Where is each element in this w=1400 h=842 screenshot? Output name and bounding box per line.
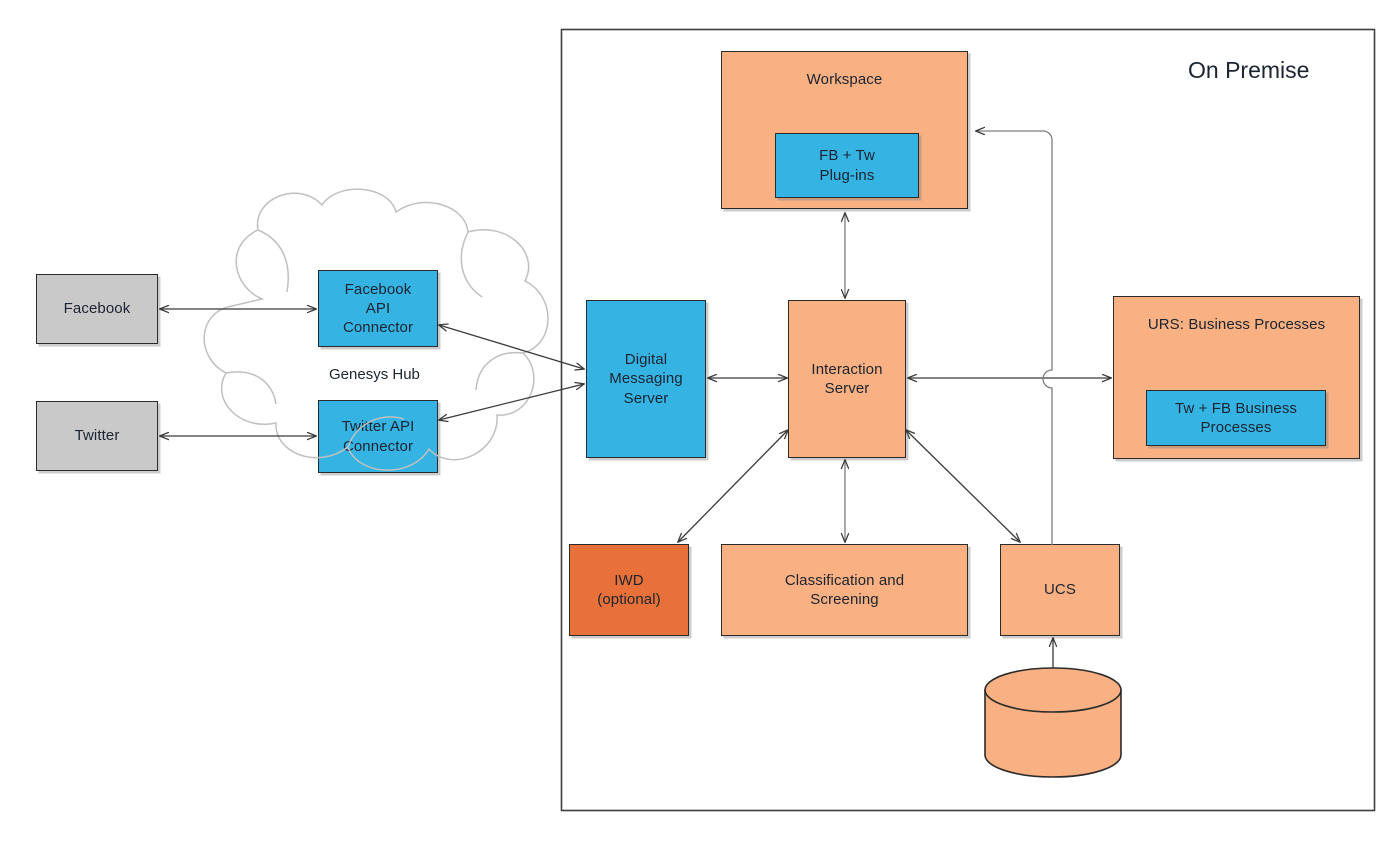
shape-layer (984, 667, 1122, 778)
diagram-canvas: Facebook Twitter Facebook API Connector … (0, 0, 1400, 842)
ucs-database-cylinder (984, 667, 1122, 778)
